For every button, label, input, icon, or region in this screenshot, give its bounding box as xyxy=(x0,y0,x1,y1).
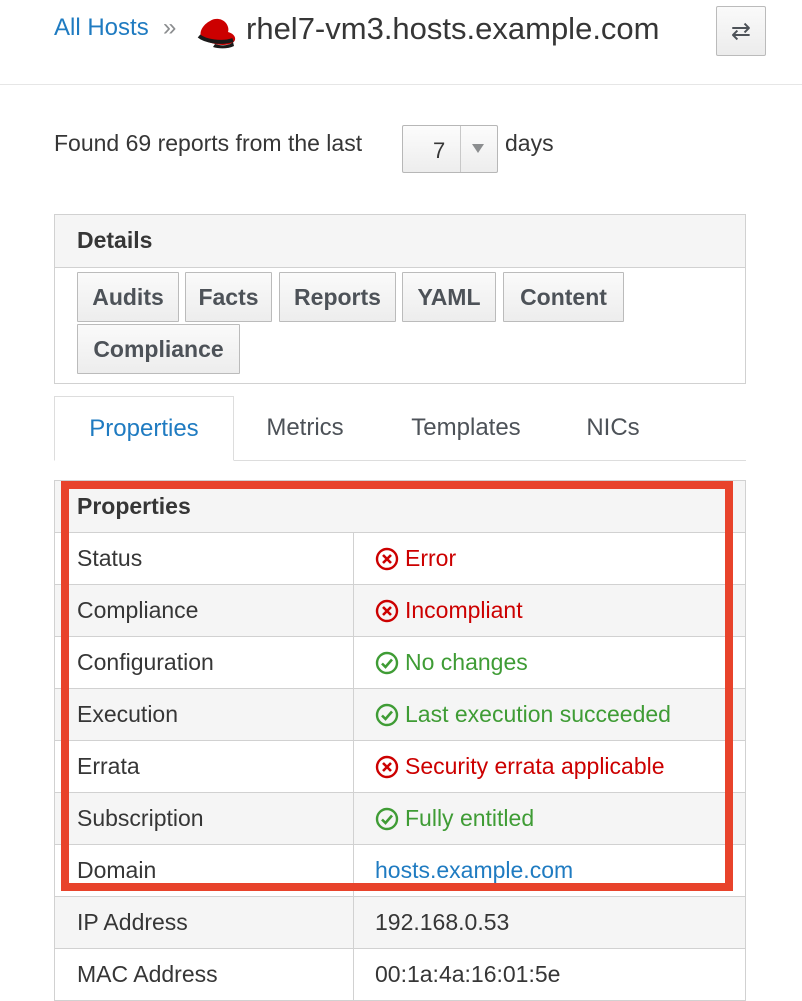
row-label: Compliance xyxy=(77,597,199,623)
table-row: Errata Security errata applicable xyxy=(54,741,746,793)
table-row: Execution Last execution succeeded xyxy=(54,689,746,741)
reports-button[interactable]: Reports xyxy=(279,272,396,322)
days-select-value: 7 xyxy=(433,138,446,163)
table-row: Subscription Fully entitled xyxy=(54,793,746,845)
row-label: IP Address xyxy=(77,909,188,935)
tab-properties[interactable]: Properties xyxy=(54,396,234,461)
content-button[interactable]: Content xyxy=(503,272,624,322)
yaml-button[interactable]: YAML xyxy=(402,272,496,322)
reports-summary: Found 69 reports from the last xyxy=(54,130,363,156)
breadcrumb-all-hosts-link[interactable]: All Hosts xyxy=(54,14,149,42)
days-select[interactable]: 7 xyxy=(402,125,498,173)
tab-metrics[interactable]: Metrics xyxy=(244,396,366,460)
breadcrumb-separator: » xyxy=(163,14,177,41)
switch-arrows-icon: ⇄ xyxy=(730,17,752,45)
reports-days-label: days xyxy=(505,130,554,156)
subscription-value: Fully entitled xyxy=(405,805,535,831)
facts-button[interactable]: Facts xyxy=(185,272,272,322)
table-row: Compliance Incompliant xyxy=(54,585,746,637)
tab-templates[interactable]: Templates xyxy=(384,396,548,460)
row-value: Fully entitled xyxy=(375,805,534,832)
table-row: Domain hosts.example.com xyxy=(54,845,746,897)
page-header: All Hosts » rhel7-vm3.hosts.example.com … xyxy=(0,0,802,85)
audits-button[interactable]: Audits xyxy=(77,272,179,322)
details-panel-header: Details xyxy=(55,215,745,268)
status-value: Error xyxy=(405,545,457,571)
execution-value: Last execution succeeded xyxy=(405,701,671,727)
errata-value: Security errata applicable xyxy=(405,753,665,779)
row-label: MAC Address xyxy=(77,961,218,987)
row-value: Security errata applicable xyxy=(375,753,665,780)
domain-link[interactable]: hosts.example.com xyxy=(375,857,573,884)
row-value: Incompliant xyxy=(375,597,523,624)
row-label: Subscription xyxy=(77,805,204,831)
configuration-value: No changes xyxy=(405,649,528,675)
table-row: Configuration No changes xyxy=(54,637,746,689)
redhat-icon xyxy=(197,18,236,49)
check-circle-icon xyxy=(375,703,399,726)
switch-host-button[interactable]: ⇄ xyxy=(716,6,766,56)
details-title: Details xyxy=(77,227,153,253)
tab-nics[interactable]: NICs xyxy=(564,396,662,460)
row-value: Error xyxy=(375,545,456,572)
compliance-button[interactable]: Compliance xyxy=(77,324,240,374)
row-value: No changes xyxy=(375,649,528,676)
days-select-toggle[interactable] xyxy=(460,126,497,172)
properties-table-header: Properties xyxy=(54,480,746,533)
error-circle-icon xyxy=(375,599,399,622)
row-label: Configuration xyxy=(77,649,214,675)
error-circle-icon xyxy=(375,755,399,778)
check-circle-icon xyxy=(375,651,399,674)
row-label: Errata xyxy=(77,753,140,779)
mac-address-value: 00:1a:4a:16:01:5e xyxy=(375,961,561,987)
table-row: IP Address 192.168.0.53 xyxy=(54,897,746,949)
row-label: Status xyxy=(77,545,143,571)
details-panel: Details Audits Facts Reports YAML Conten… xyxy=(54,214,746,384)
check-circle-icon xyxy=(375,807,399,830)
table-row: MAC Address 00:1a:4a:16:01:5e xyxy=(54,949,746,1001)
compliance-value: Incompliant xyxy=(405,597,523,623)
page-title: rhel7-vm3.hosts.example.com xyxy=(246,11,660,46)
properties-title: Properties xyxy=(77,493,191,519)
error-circle-icon xyxy=(375,547,399,570)
caret-down-icon xyxy=(472,144,484,153)
row-label: Execution xyxy=(77,701,179,727)
table-row: Status Error xyxy=(54,533,746,585)
row-label: Domain xyxy=(77,857,157,883)
host-tabs: Properties Metrics Templates NICs xyxy=(54,396,746,461)
row-value: Last execution succeeded xyxy=(375,701,671,728)
ip-address-value: 192.168.0.53 xyxy=(375,909,510,935)
